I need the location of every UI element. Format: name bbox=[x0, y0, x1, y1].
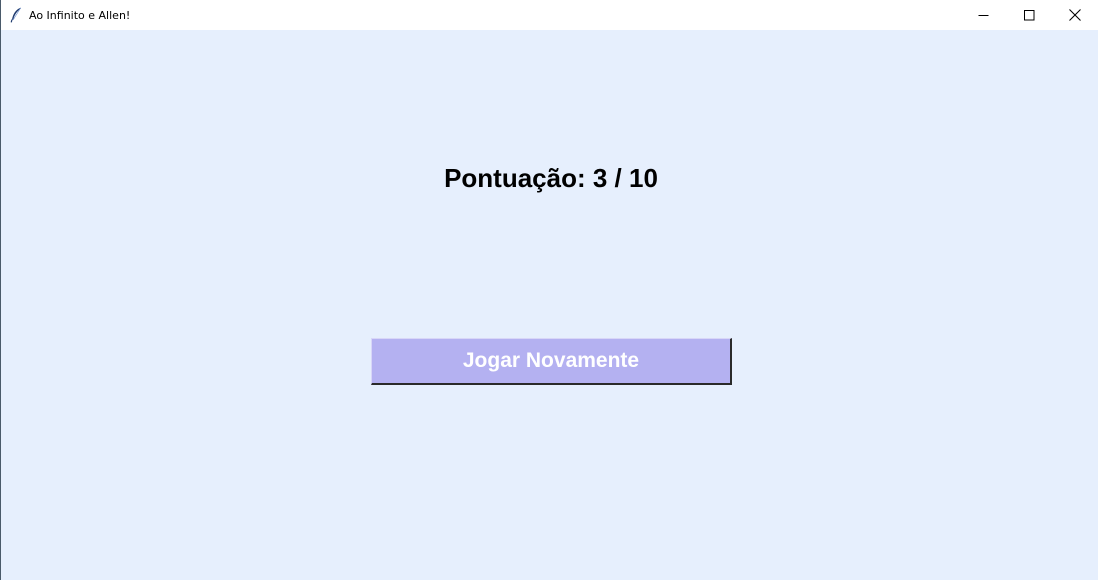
app-window: Ao Infinito e Allen! Pontuação: 3 / 10 J… bbox=[0, 0, 1098, 580]
minimize-icon bbox=[978, 14, 988, 16]
title-bar[interactable]: Ao Infinito e Allen! bbox=[1, 0, 1098, 30]
window-controls bbox=[960, 0, 1098, 30]
maximize-button[interactable] bbox=[1006, 0, 1052, 30]
feather-icon bbox=[1, 0, 31, 30]
play-again-label: Jogar Novamente bbox=[462, 349, 640, 372]
maximize-icon bbox=[1023, 9, 1034, 20]
score-label: Pontuação: 3 / 10 bbox=[444, 163, 658, 193]
game-over-screen: Pontuação: 3 / 10 Jogar Novamente bbox=[1, 30, 1098, 580]
play-again-button[interactable]: Jogar Novamente bbox=[371, 338, 732, 385]
close-button[interactable] bbox=[1052, 0, 1098, 30]
minimize-button[interactable] bbox=[960, 0, 1006, 30]
close-icon bbox=[1069, 9, 1081, 21]
window-title: Ao Infinito e Allen! bbox=[29, 8, 131, 22]
